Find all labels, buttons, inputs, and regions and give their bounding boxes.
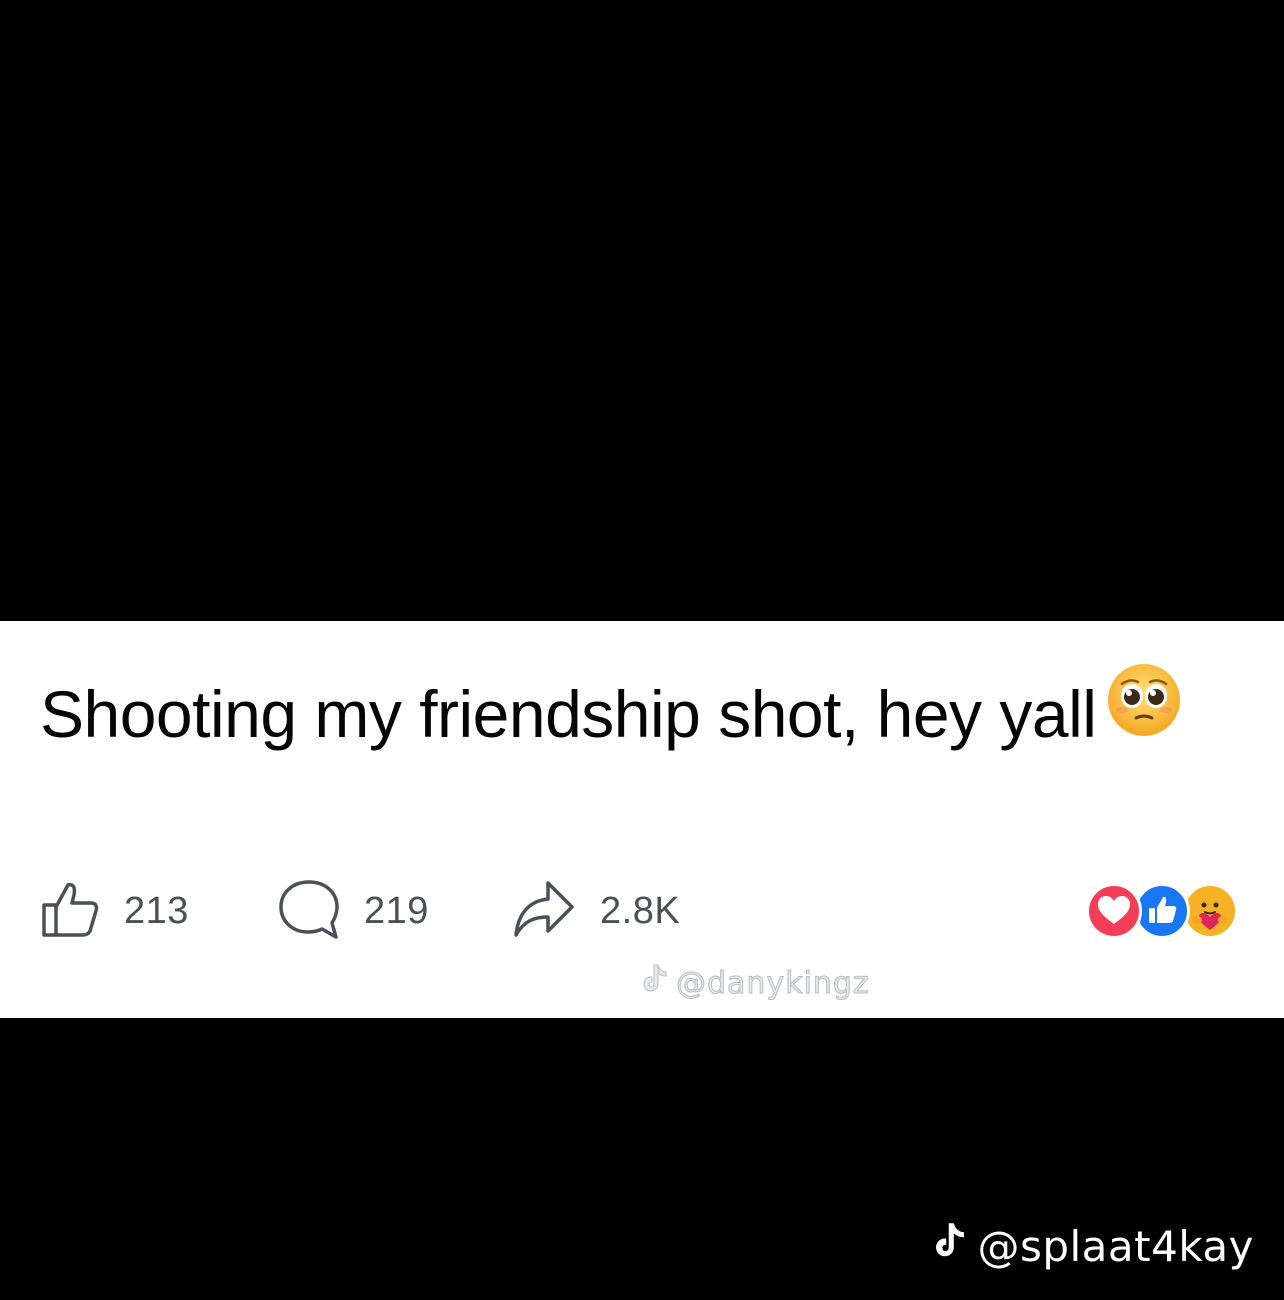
comment-button[interactable]: 219 bbox=[276, 871, 429, 951]
share-arrow-icon bbox=[510, 877, 578, 946]
tiktok-logo-icon bbox=[640, 962, 676, 1004]
like-reaction-icon bbox=[1134, 883, 1190, 939]
share-count: 2.8K bbox=[600, 889, 681, 932]
reaction-summary[interactable] bbox=[1086, 883, 1256, 943]
tiktok-credit-watermark: @splaat4kay bbox=[931, 1218, 1254, 1274]
post-text: Shooting my friendship shot, hey yall bbox=[40, 663, 1250, 772]
top-black-bar bbox=[0, 0, 1284, 621]
pleading-face-emoji-icon bbox=[1106, 662, 1182, 766]
thumbs-up-icon bbox=[38, 877, 102, 946]
post-text-content: Shooting my friendship shot, hey yall bbox=[40, 677, 1097, 751]
tiktok-logo-icon bbox=[931, 1219, 977, 1273]
share-button[interactable]: 2.8K bbox=[510, 871, 680, 951]
inner-tiktok-watermark: @danykingz bbox=[640, 963, 870, 1003]
comment-bubble-icon bbox=[276, 877, 342, 946]
like-button[interactable]: 213 bbox=[38, 871, 189, 951]
tiktok-credit-handle: @splaat4kay bbox=[977, 1221, 1254, 1271]
inner-watermark-handle: @danykingz bbox=[676, 965, 870, 1001]
post-card: Shooting my friendship shot, hey yall 21… bbox=[0, 621, 1284, 1018]
post-actions-bar: 213 219 2.8K bbox=[0, 871, 1284, 951]
love-reaction-icon bbox=[1086, 883, 1142, 939]
comment-count: 219 bbox=[364, 889, 429, 932]
like-count: 213 bbox=[124, 889, 189, 932]
care-reaction-icon bbox=[1182, 883, 1238, 939]
